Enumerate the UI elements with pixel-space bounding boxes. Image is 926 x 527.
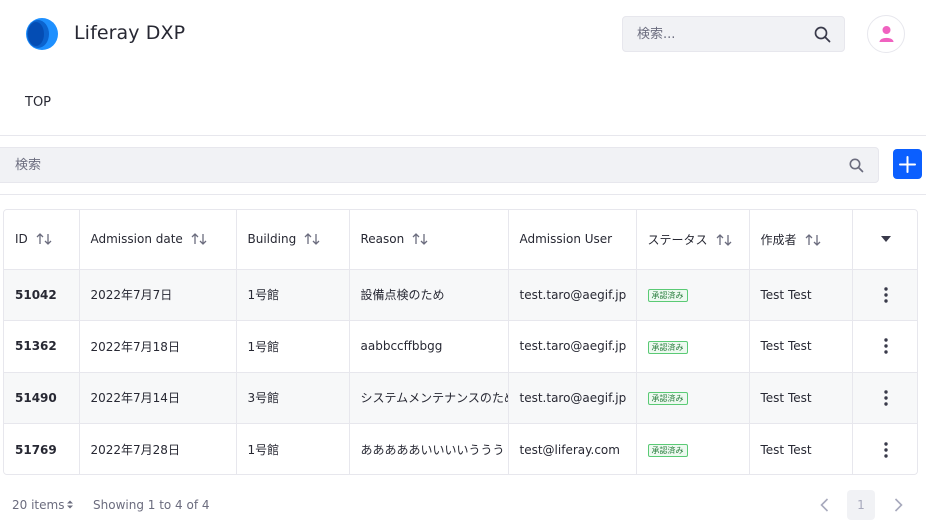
sort-icon[interactable] <box>716 233 733 246</box>
cell-building: 1号館 <box>236 320 350 373</box>
cell-admission-date: 2022年7月18日 <box>79 320 237 373</box>
cell-admission-date: 2022年7月7日 <box>79 269 237 321</box>
cell-reason: あああああいいいいううう <box>349 423 509 474</box>
cell-admission-user: test.taro@aegif.jp <box>508 372 637 424</box>
table-row[interactable]: 51490 2022年7月14日 3号館 システムメンテナンスのため test.… <box>4 372 917 424</box>
next-page-button[interactable] <box>888 490 910 520</box>
cell-id: 51042 <box>4 269 80 321</box>
plus-icon <box>899 156 916 173</box>
user-avatar-button[interactable] <box>867 15 905 53</box>
page-number-button[interactable]: 1 <box>847 490 875 520</box>
cell-building: 1号館 <box>236 269 350 321</box>
table-row[interactable]: 51042 2022年7月7日 1号館 設備点検のため test.taro@ae… <box>4 269 917 321</box>
cell-status: 承認済み <box>636 372 750 424</box>
nav-item-top[interactable]: TOP <box>25 95 51 110</box>
column-header-admission-user: Admission User <box>508 210 637 270</box>
cell-reason: 設備点検のため <box>349 269 509 321</box>
site-search-input[interactable] <box>623 17 813 51</box>
table-search-input[interactable] <box>0 148 835 182</box>
cell-creator: Test Test <box>749 372 853 424</box>
pagination-bar: 20 items Showing 1 to 4 of 4 1 <box>0 490 926 520</box>
cell-reason: aabbccffbbgg <box>349 320 509 373</box>
chevron-left-icon <box>820 498 829 512</box>
table-header-row: ID Admission date Building Reason Admiss… <box>4 210 917 270</box>
sort-icon[interactable] <box>191 233 208 246</box>
status-badge: 承認済み <box>647 392 688 406</box>
column-header-reason[interactable]: Reason <box>349 210 509 270</box>
status-badge: 承認済み <box>647 289 688 303</box>
table-row[interactable]: 51769 2022年7月28日 1号館 あああああいいいいううう test@l… <box>4 423 917 474</box>
table-search <box>0 147 879 183</box>
column-header-status[interactable]: ステータス <box>636 210 750 270</box>
sort-icon[interactable] <box>36 233 53 246</box>
cell-status: 承認済み <box>636 320 750 373</box>
cell-status: 承認済み <box>636 269 750 321</box>
cell-id: 51769 <box>4 423 80 474</box>
column-header-admission-date[interactable]: Admission date <box>79 210 237 270</box>
previous-page-button[interactable] <box>814 490 836 520</box>
caret-down-icon[interactable] <box>880 236 891 243</box>
table-row[interactable]: 51362 2022年7月18日 1号館 aabbccffbbgg test.t… <box>4 320 917 373</box>
cell-admission-user: test.taro@aegif.jp <box>508 269 637 321</box>
cell-creator: Test Test <box>749 320 853 373</box>
management-toolbar <box>0 137 926 195</box>
site-navigation: TOP <box>0 68 926 136</box>
kebab-menu-icon[interactable] <box>884 287 888 303</box>
items-per-page-select[interactable]: 20 items <box>12 498 74 512</box>
cell-creator: Test Test <box>749 423 853 474</box>
cell-admission-date: 2022年7月28日 <box>79 423 237 474</box>
sort-icon[interactable] <box>805 233 822 246</box>
cell-creator: Test Test <box>749 269 853 321</box>
cell-actions <box>852 320 917 373</box>
liferay-logo-icon[interactable] <box>24 17 60 51</box>
search-icon[interactable] <box>814 26 831 43</box>
column-header-building[interactable]: Building <box>236 210 350 270</box>
sort-icon[interactable] <box>304 233 321 246</box>
cell-reason: システムメンテナンスのため <box>349 372 509 424</box>
pagination-results: Showing 1 to 4 of 4 <box>93 498 210 512</box>
kebab-menu-icon[interactable] <box>884 390 888 406</box>
cell-id: 51362 <box>4 320 80 373</box>
column-header-id[interactable]: ID <box>4 210 80 270</box>
user-icon <box>879 26 894 42</box>
site-search <box>622 16 845 52</box>
cell-status: 承認済み <box>636 423 750 474</box>
cell-actions <box>852 423 917 474</box>
kebab-menu-icon[interactable] <box>884 338 888 354</box>
cell-actions <box>852 269 917 321</box>
cell-building: 3号館 <box>236 372 350 424</box>
cell-building: 1号館 <box>236 423 350 474</box>
cell-actions <box>852 372 917 424</box>
status-badge: 承認済み <box>647 340 688 354</box>
data-table: ID Admission date Building Reason Admiss… <box>3 209 918 475</box>
kebab-menu-icon[interactable] <box>884 441 888 458</box>
brand-title[interactable]: Liferay DXP <box>74 22 185 44</box>
top-bar: Liferay DXP <box>0 0 926 68</box>
cell-admission-user: test.taro@aegif.jp <box>508 320 637 373</box>
column-header-creator[interactable]: 作成者 <box>749 210 853 270</box>
search-icon[interactable] <box>849 158 864 173</box>
caret-double-icon <box>67 500 74 509</box>
cell-id: 51490 <box>4 372 80 424</box>
cell-admission-user: test@liferay.com <box>508 423 637 474</box>
chevron-right-icon <box>894 498 903 512</box>
sort-icon[interactable] <box>412 233 429 246</box>
add-button[interactable] <box>893 149 922 179</box>
cell-admission-date: 2022年7月14日 <box>79 372 237 424</box>
status-badge: 承認済み <box>647 444 688 457</box>
column-options[interactable] <box>852 210 917 270</box>
